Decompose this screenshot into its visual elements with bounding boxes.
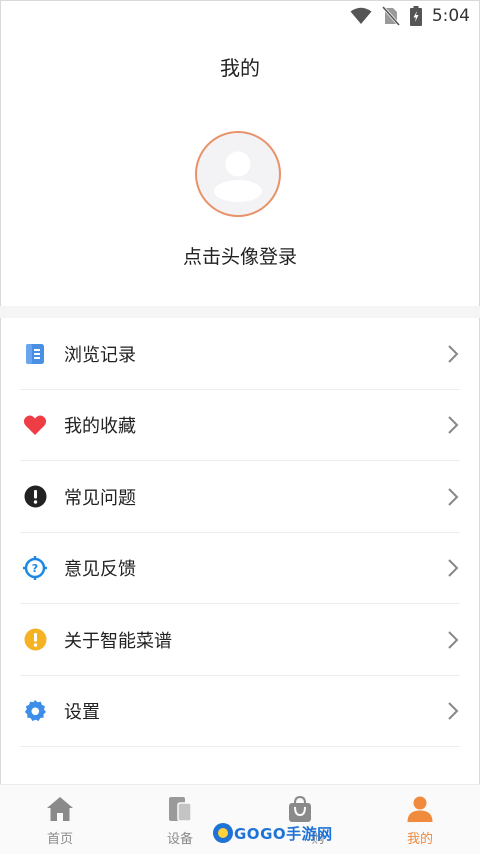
section-separator (0, 306, 480, 318)
battery-charging-icon (409, 6, 422, 26)
chevron-right-icon (448, 559, 459, 577)
status-bar: 5:04 (0, 0, 480, 32)
menu-item-label: 设置 (64, 702, 100, 724)
tab-label: 我的 (406, 832, 433, 847)
menu-list: 浏览记录 我的收藏 常见问题 ? 意见反馈 关于智能菜谱 设置 (0, 318, 480, 747)
watermark-logo-icon (213, 823, 233, 843)
menu-item-about[interactable]: 关于智能菜谱 (0, 604, 480, 676)
menu-item-label: 意见反馈 (64, 559, 136, 581)
menu-item-label: 关于智能菜谱 (64, 630, 172, 652)
menu-item-label: 浏览记录 (64, 344, 136, 366)
chevron-right-icon (448, 631, 459, 649)
menu-item-feedback[interactable]: ? 意见反馈 (0, 533, 480, 604)
menu-item-history[interactable]: 浏览记录 (0, 318, 480, 390)
device-icon (169, 797, 192, 822)
tab-label: 首页 (46, 832, 73, 847)
no-sim-icon (381, 6, 400, 26)
menu-item-faq[interactable]: 常见问题 (0, 461, 480, 533)
default-avatar-icon (214, 151, 262, 202)
status-time: 5:04 (431, 6, 470, 26)
gear-icon (23, 699, 47, 723)
chevron-right-icon (448, 416, 459, 434)
info-alert-icon (23, 628, 47, 652)
menu-item-favorites[interactable]: 我的收藏 (0, 390, 480, 461)
exclamation-icon (23, 485, 47, 509)
menu-item-label: 我的收藏 (64, 416, 136, 438)
status-icons: 5:04 (350, 5, 470, 27)
home-icon (47, 797, 73, 821)
avatar[interactable] (195, 131, 281, 217)
tab-home[interactable]: 首页 (0, 785, 120, 854)
login-prompt[interactable]: 点击头像登录 (0, 242, 480, 269)
chevron-right-icon (448, 488, 459, 506)
person-icon (407, 796, 433, 822)
chevron-right-icon (448, 702, 459, 720)
divider (20, 746, 460, 747)
menu-item-settings[interactable]: 设置 (0, 676, 480, 747)
shopping-bag-icon (289, 795, 311, 822)
page-title: 我的 (220, 56, 260, 80)
history-icon (23, 342, 47, 366)
wifi-icon (350, 7, 372, 24)
chevron-right-icon (448, 345, 459, 363)
feedback-target-icon: ? (23, 556, 47, 581)
watermark: GOGO手游网 (212, 820, 333, 846)
menu-item-label: 常见问题 (64, 487, 136, 509)
svg-text:?: ? (32, 562, 38, 575)
heart-icon (23, 413, 47, 437)
watermark-text: GOGO手游网 (234, 824, 333, 843)
tab-mine[interactable]: 我的 (360, 785, 480, 854)
